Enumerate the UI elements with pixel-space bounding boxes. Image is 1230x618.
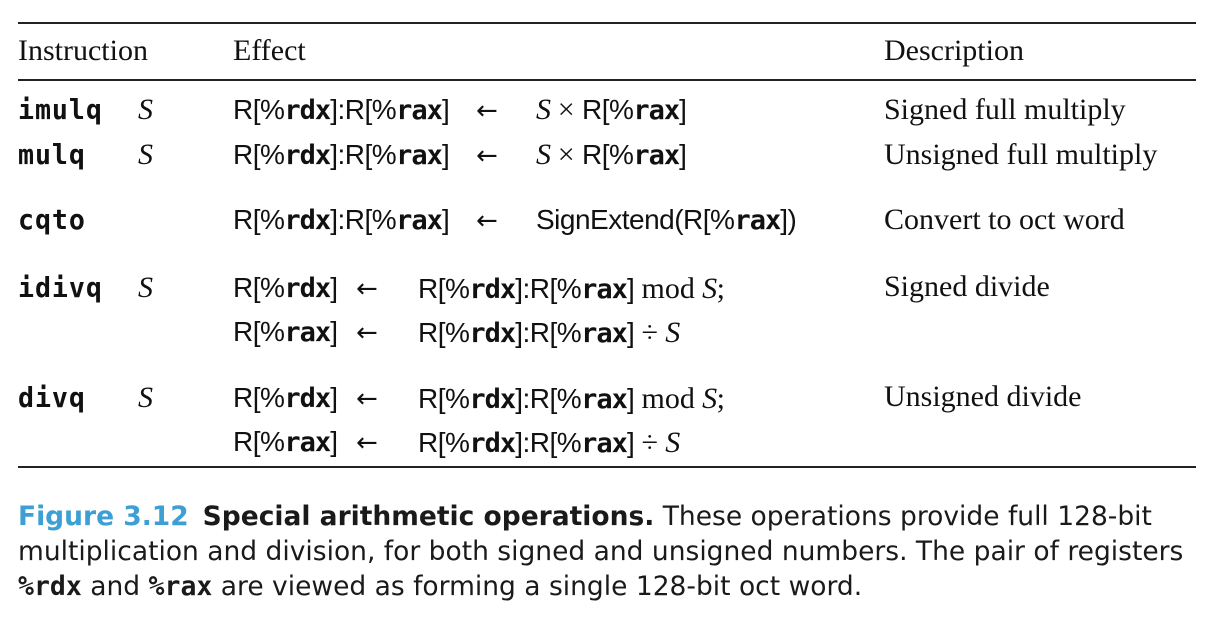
effect-line: R[%rdx]:R[%rax]	[233, 94, 450, 126]
mnemonic: mulq	[18, 138, 86, 171]
mnemonic: imulq	[18, 93, 103, 126]
header-instruction: Instruction	[18, 34, 148, 67]
operand: S	[138, 271, 153, 304]
header-rule	[18, 79, 1196, 81]
arrow-icon: ←	[476, 96, 498, 126]
register-rdx: %rdx	[18, 571, 82, 602]
arrow-icon: ←	[476, 206, 498, 236]
operand: S	[138, 138, 153, 171]
mnemonic: cqto	[18, 203, 86, 236]
mnemonic: divq	[18, 381, 86, 414]
effect-expr: R[%rdx]:R[%rax] mod S;	[418, 382, 725, 415]
figure-label: Figure 3.12	[18, 501, 189, 532]
description: Convert to oct word	[884, 203, 1125, 236]
header-effect: Effect	[233, 34, 306, 67]
caption-text: and	[81, 571, 149, 602]
effect-expr: S × R[%rax]	[536, 138, 687, 171]
caption-text: are viewed as forming a single 128-bit o…	[212, 571, 863, 602]
arrow-icon: ←	[476, 141, 498, 171]
arrow-icon: ←	[356, 428, 378, 458]
operand: S	[138, 93, 153, 126]
effect-line: R[%rdx]:R[%rax]	[233, 204, 450, 236]
effect-expr: R[%rdx]:R[%rax] ÷ S	[418, 316, 680, 349]
effect-line: R[%rax]	[233, 316, 338, 348]
effect-expr: R[%rdx]:R[%rax] ÷ S	[418, 426, 680, 459]
effect-line: R[%rdx]	[233, 272, 338, 304]
register-ref: R[%rax]	[344, 94, 450, 126]
caption-title: Special arithmetic operations.	[202, 501, 655, 532]
effect-line: R[%rax]	[233, 426, 338, 458]
top-rule	[18, 22, 1196, 24]
effect-expr: S × R[%rax]	[536, 93, 687, 126]
register-rax: %rax	[148, 571, 213, 602]
bottom-rule	[18, 466, 1196, 468]
description: Unsigned divide	[884, 380, 1082, 413]
effect-line: R[%rdx]	[233, 382, 338, 414]
description: Signed divide	[884, 270, 1050, 303]
effect-expr: R[%rdx]:R[%rax] mod S;	[418, 272, 725, 305]
description: Signed full multiply	[884, 93, 1126, 126]
arrow-icon: ←	[356, 384, 378, 414]
effect-expr: SignExtend(R[%rax])	[536, 204, 797, 236]
mnemonic: idivq	[18, 271, 103, 304]
register-ref: R[%rdx]	[233, 94, 338, 126]
arrow-icon: ←	[356, 318, 378, 348]
arrow-icon: ←	[356, 274, 378, 304]
description: Unsigned full multiply	[884, 138, 1158, 171]
operand: S	[138, 381, 153, 414]
header-description: Description	[884, 34, 1024, 67]
figure-caption: Figure 3.12 Special arithmetic operations…	[18, 499, 1198, 604]
effect-line: R[%rdx]:R[%rax]	[233, 139, 450, 171]
